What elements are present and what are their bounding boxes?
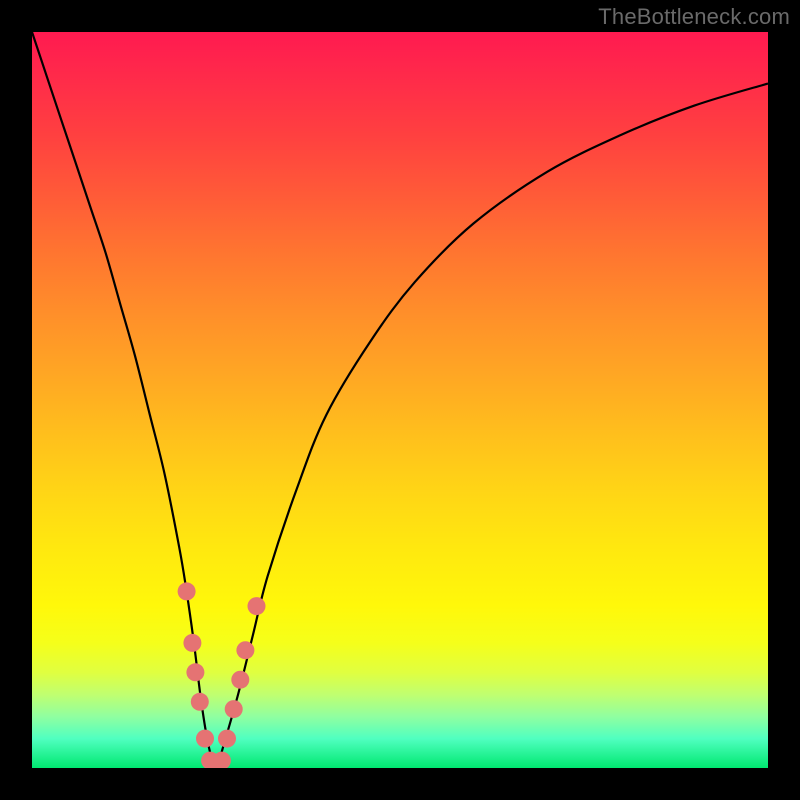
curve-layer [32, 32, 768, 768]
curve-marker [225, 700, 243, 718]
curve-marker [248, 597, 266, 615]
curve-marker [178, 582, 196, 600]
curve-marker [236, 641, 254, 659]
curve-markers [178, 582, 266, 768]
watermark-text: TheBottleneck.com [598, 4, 790, 30]
curve-marker [186, 663, 204, 681]
chart-frame: TheBottleneck.com [0, 0, 800, 800]
curve-marker [183, 634, 201, 652]
curve-marker [218, 730, 236, 748]
curve-marker [191, 693, 209, 711]
curve-marker [196, 730, 214, 748]
curve-marker [231, 671, 249, 689]
plot-area [32, 32, 768, 768]
bottleneck-curve [32, 32, 768, 768]
